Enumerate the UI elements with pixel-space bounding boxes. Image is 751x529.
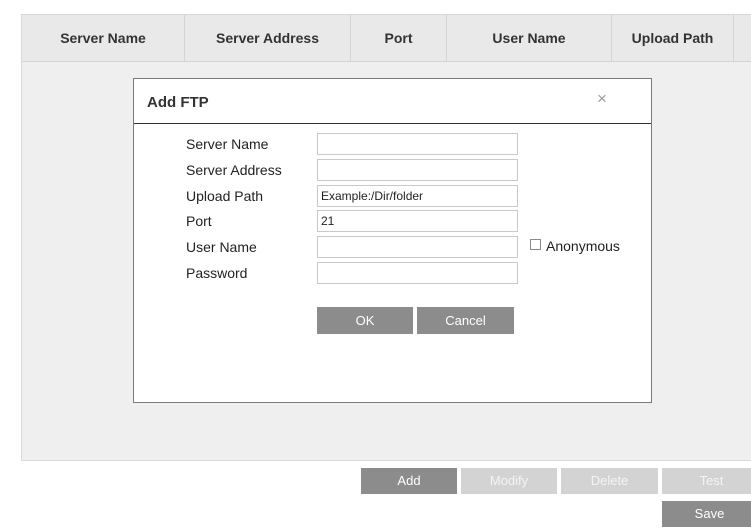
- table-header: Server Name Server Address Port User Nam…: [22, 15, 751, 62]
- upload-path-label: Upload Path: [186, 188, 264, 204]
- server-address-label: Server Address: [186, 162, 282, 178]
- column-header-upload-path[interactable]: Upload Path: [612, 15, 734, 61]
- port-input[interactable]: [317, 210, 518, 232]
- password-input[interactable]: [317, 262, 518, 284]
- add-button[interactable]: Add: [361, 468, 457, 494]
- dialog-title: Add FTP: [147, 94, 209, 111]
- port-label: Port: [186, 213, 212, 229]
- add-ftp-dialog: Add FTP × Server Name Server Address Upl…: [133, 78, 652, 403]
- column-header-port[interactable]: Port: [351, 15, 447, 61]
- server-name-input[interactable]: [317, 133, 518, 155]
- cancel-button[interactable]: Cancel: [417, 307, 514, 334]
- column-header-extra: [734, 15, 751, 61]
- upload-path-input[interactable]: [317, 185, 518, 207]
- user-name-label: User Name: [186, 239, 257, 255]
- anonymous-label[interactable]: Anonymous: [546, 238, 620, 254]
- column-header-server-name[interactable]: Server Name: [22, 15, 185, 61]
- column-header-server-address[interactable]: Server Address: [185, 15, 351, 61]
- server-address-input[interactable]: [317, 159, 518, 181]
- dialog-divider: [134, 123, 651, 124]
- save-button[interactable]: Save: [662, 501, 751, 527]
- close-icon[interactable]: ×: [592, 89, 612, 109]
- user-name-input[interactable]: [317, 236, 518, 258]
- delete-button[interactable]: Delete: [561, 468, 658, 494]
- password-label: Password: [186, 265, 248, 281]
- test-button[interactable]: Test: [662, 468, 751, 494]
- ok-button[interactable]: OK: [317, 307, 413, 334]
- modify-button[interactable]: Modify: [461, 468, 557, 494]
- anonymous-checkbox[interactable]: [530, 239, 541, 250]
- column-header-user-name[interactable]: User Name: [447, 15, 612, 61]
- server-name-label: Server Name: [186, 136, 269, 152]
